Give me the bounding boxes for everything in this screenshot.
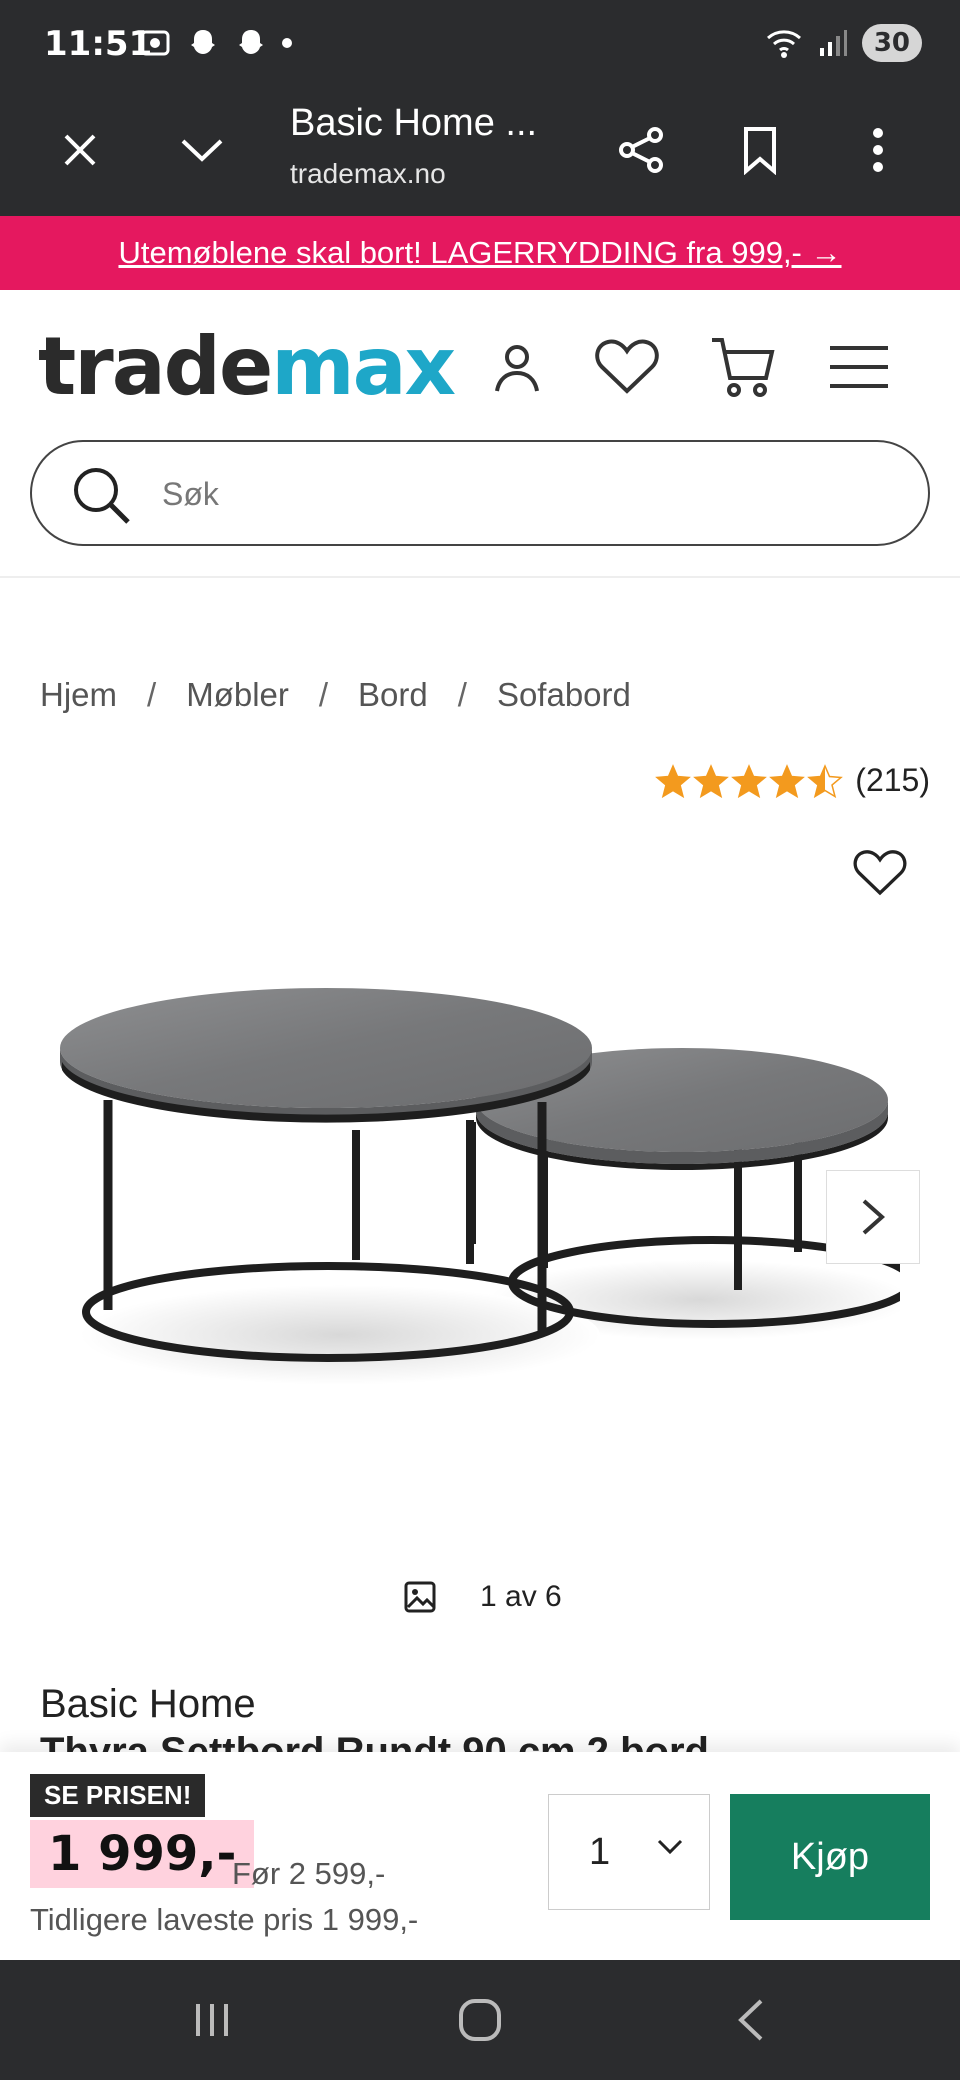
breadcrumb-separator: / <box>147 676 157 713</box>
more-vertical-icon <box>873 128 883 172</box>
quantity-select[interactable]: 1 <box>548 1794 710 1910</box>
browser-toolbar: Basic Home ... trademax.no <box>0 88 960 216</box>
logo-part-1: trade <box>38 320 273 413</box>
system-navigation-bar <box>0 1960 960 2080</box>
breadcrumb-mobler[interactable]: Møbler <box>186 676 289 714</box>
status-notification-icons <box>138 26 292 60</box>
search-input[interactable] <box>162 466 862 522</box>
trademax-logo[interactable]: trademax <box>38 320 456 413</box>
page-title[interactable]: Basic Home ... <box>290 102 537 145</box>
chevron-right-icon <box>862 1199 886 1235</box>
star-icon <box>655 763 692 798</box>
user-icon <box>495 345 539 392</box>
chevron-down-icon <box>657 1839 683 1855</box>
star-icon <box>731 763 768 798</box>
gallery-counter-text: 1 av 6 <box>480 1580 562 1613</box>
heart-icon <box>853 850 907 896</box>
collapse-button[interactable] <box>170 118 234 182</box>
share-button[interactable] <box>610 118 674 182</box>
screenshot-icon <box>140 30 170 56</box>
heart-icon <box>595 339 659 394</box>
breadcrumb-separator: / <box>318 676 329 713</box>
wifi-icon <box>766 30 801 58</box>
back-button[interactable] <box>720 1990 780 2050</box>
more-options-button[interactable] <box>846 118 910 182</box>
bookmark-icon <box>744 127 776 175</box>
next-image-button[interactable] <box>826 1170 920 1264</box>
logo-part-2: max <box>271 320 456 413</box>
cart-icon <box>712 338 775 397</box>
product-rating[interactable]: (215) <box>655 762 930 799</box>
status-bar: 11:51 30 <box>0 0 960 88</box>
menu-button[interactable] <box>822 330 896 404</box>
breadcrumb-sofabord[interactable]: Sofabord <box>497 676 631 714</box>
quantity-value: 1 <box>589 1830 611 1873</box>
cart-button[interactable] <box>706 330 780 404</box>
breadcrumb-bord[interactable]: Bord <box>358 676 428 714</box>
close-icon <box>64 134 96 166</box>
close-tab-button[interactable] <box>48 118 112 182</box>
star-icon <box>769 763 806 798</box>
search-bar[interactable] <box>30 440 930 546</box>
home-button[interactable] <box>450 1990 510 2050</box>
share-icon <box>619 127 663 173</box>
price-tag-label: SE PRISEN! <box>30 1774 206 1817</box>
breadcrumb-separator: / <box>457 676 467 713</box>
lowest-price-note: Tidligere laveste pris 1 999,- <box>30 1902 419 1937</box>
hamburger-menu-icon <box>830 346 888 388</box>
snapchat-icon-2 <box>239 30 263 54</box>
back-icon <box>738 1999 763 2041</box>
gallery-counter[interactable]: 1 av 6 <box>404 1580 562 1614</box>
current-price: 1 999,- <box>30 1820 255 1888</box>
bookmark-button[interactable] <box>728 118 792 182</box>
search-icon <box>74 468 130 524</box>
wishlist-button[interactable] <box>590 330 664 404</box>
before-price: Før 2 599,- <box>232 1856 386 1891</box>
promo-link[interactable]: Utemøblene skal bort! LAGERRYDDING fra 9… <box>118 235 841 271</box>
chevron-down-icon <box>181 139 223 162</box>
recent-apps-button[interactable] <box>182 1990 242 2050</box>
breadcrumb-home[interactable]: Hjem <box>40 676 117 714</box>
rating-stars <box>655 763 844 798</box>
image-icon <box>404 1581 436 1613</box>
notification-dot <box>282 38 292 48</box>
snapchat-icon <box>191 30 215 54</box>
home-icon <box>459 1999 501 2041</box>
star-icon <box>693 763 730 798</box>
account-button[interactable] <box>480 330 554 404</box>
product-brand[interactable]: Basic Home <box>40 1682 256 1727</box>
buy-button-label: Kjøp <box>790 1835 870 1878</box>
site-header: trademax <box>0 290 960 578</box>
signal-icon <box>819 30 847 56</box>
sticky-buy-bar: SE PRISEN! 1 999,- Før 2 599,- Tidligere… <box>0 1752 960 1960</box>
battery-indicator: 30 <box>861 24 922 62</box>
promo-banner[interactable]: Utemøblene skal bort! LAGERRYDDING fra 9… <box>0 216 960 290</box>
recent-apps-icon <box>196 2004 228 2036</box>
review-count[interactable]: (215) <box>855 762 930 799</box>
buy-button[interactable]: Kjøp <box>730 1794 930 1920</box>
product-image[interactable] <box>60 960 900 1440</box>
page-url[interactable]: trademax.no <box>290 158 446 190</box>
status-time: 11:51 <box>44 24 153 64</box>
breadcrumb: Hjem / Møbler / Bord / Sofabord <box>40 676 631 714</box>
status-system-icons: 30 <box>764 24 922 62</box>
add-to-favorites-button[interactable] <box>852 848 916 912</box>
star-icon <box>807 763 844 798</box>
